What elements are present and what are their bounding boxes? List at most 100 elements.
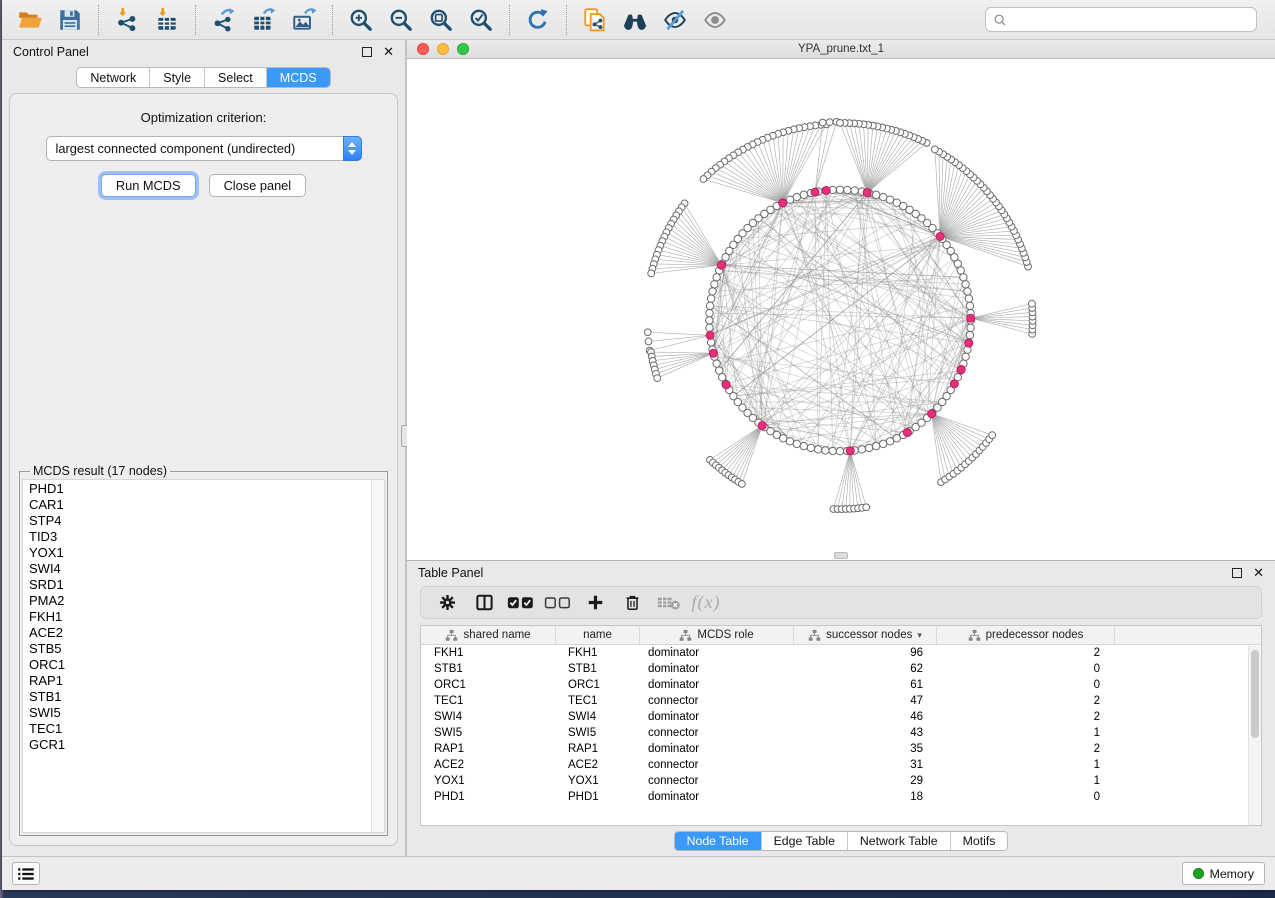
table-cell: dominator (640, 711, 794, 723)
memory-status-icon (1193, 868, 1204, 879)
binoculars-icon (622, 7, 648, 33)
hide-graphics-details-button[interactable] (655, 4, 695, 36)
table-row[interactable]: YOX1YOX1connector291 (421, 773, 1261, 789)
mcds-result-item[interactable]: STB5 (29, 641, 384, 657)
select-stepper-icon (343, 136, 362, 161)
mcds-result-item[interactable]: CAR1 (29, 497, 384, 513)
network-canvas[interactable] (407, 59, 1275, 560)
shared-column-icon (445, 629, 458, 642)
zoom-in-button[interactable] (341, 4, 381, 36)
add-column-button[interactable] (578, 589, 612, 616)
export-network-button[interactable] (204, 4, 244, 36)
share-document-button[interactable] (575, 4, 615, 36)
import-table-icon (154, 7, 180, 33)
select-all-columns-button[interactable] (504, 589, 538, 616)
tab-motifs[interactable]: Motifs (951, 832, 1008, 850)
scrollbar-thumb[interactable] (1251, 650, 1259, 738)
table-cell: SWI5 (556, 727, 640, 739)
table-cell: SWI4 (421, 711, 556, 723)
table-cell: ACE2 (556, 759, 640, 771)
mcds-result-item[interactable]: YOX1 (29, 545, 384, 561)
delete-column-button[interactable] (615, 589, 649, 616)
mcds-result-item[interactable]: SWI5 (29, 705, 384, 721)
tab-mcds[interactable]: MCDS (267, 68, 330, 87)
column-header-shared-name[interactable]: shared name (421, 626, 556, 644)
mcds-result-item[interactable]: TEC1 (29, 721, 384, 737)
column-header-mcds-role[interactable]: MCDS role (640, 626, 794, 644)
mcds-result-item[interactable]: GCR1 (29, 737, 384, 753)
split-columns-button[interactable] (467, 589, 501, 616)
mcds-result-item[interactable]: STP4 (29, 513, 384, 529)
column-header-predecessor-nodes[interactable]: predecessor nodes (937, 626, 1115, 644)
import-network-button[interactable] (107, 4, 147, 36)
settings-gear-button[interactable] (430, 589, 464, 616)
mcds-result-item[interactable]: PHD1 (29, 481, 384, 497)
memory-button[interactable]: Memory (1182, 862, 1265, 885)
mcds-result-item[interactable]: ACE2 (29, 625, 384, 641)
tab-style[interactable]: Style (150, 68, 205, 87)
show-graphics-details-button[interactable] (695, 4, 735, 36)
optimization-criterion-select[interactable]: largest connected component (undirected) (46, 136, 362, 161)
zoom-selected-button[interactable] (461, 4, 501, 36)
table-cell: 1 (937, 775, 1115, 787)
tab-select[interactable]: Select (205, 68, 267, 87)
horizontal-splitter-grip[interactable] (834, 552, 848, 559)
run-mcds-button[interactable]: Run MCDS (101, 174, 196, 197)
table-scrollbar[interactable] (1248, 646, 1261, 825)
open-session-button[interactable] (10, 4, 50, 36)
search-input[interactable] (1012, 13, 1249, 27)
export-table-button[interactable] (244, 4, 284, 36)
close-panel-icon[interactable]: ✕ (383, 47, 394, 57)
float-table-panel-icon[interactable] (1232, 568, 1242, 578)
table-row[interactable]: SWI4SWI4dominator462 (421, 709, 1261, 725)
zoom-out-button[interactable] (381, 4, 421, 36)
mcds-result-item[interactable]: PMA2 (29, 593, 384, 609)
table-row[interactable]: SWI5SWI5connector431 (421, 725, 1261, 741)
close-table-panel-icon[interactable]: ✕ (1253, 568, 1264, 578)
mcds-result-list[interactable]: PHD1CAR1STP4TID3YOX1SWI4SRD1PMA2FKH1ACE2… (22, 479, 385, 833)
mcds-result-item[interactable]: STB1 (29, 689, 384, 705)
import-table-button[interactable] (147, 4, 187, 36)
table-row[interactable]: TEC1TEC1connector472 (421, 693, 1261, 709)
mcds-result-item[interactable]: TID3 (29, 529, 384, 545)
mcds-tab-content: Optimization criterion: largest connecte… (9, 93, 398, 846)
refresh-button[interactable] (518, 4, 558, 36)
search-box[interactable] (985, 7, 1257, 32)
table-row[interactable]: PHD1PHD1dominator180 (421, 789, 1261, 805)
column-header-name[interactable]: name (556, 626, 640, 644)
column-header-successor-nodes[interactable]: successor nodes ▾ (794, 626, 937, 644)
binoculars-button[interactable] (615, 4, 655, 36)
table-row[interactable]: ORC1ORC1dominator610 (421, 677, 1261, 693)
export-image-button[interactable] (284, 4, 324, 36)
delete-table-button[interactable] (652, 589, 686, 616)
tab-network[interactable]: Network (77, 68, 150, 87)
tab-node-table[interactable]: Node Table (675, 832, 762, 850)
table-cell: 96 (794, 647, 937, 659)
table-cell: YOX1 (556, 775, 640, 787)
deselect-all-columns-button[interactable] (541, 589, 575, 616)
close-panel-button[interactable]: Close panel (209, 174, 307, 197)
table-row[interactable]: RAP1RAP1dominator352 (421, 741, 1261, 757)
tab-network-table[interactable]: Network Table (848, 832, 951, 850)
optimization-criterion-label: Optimization criterion: (141, 110, 267, 125)
zoom-selected-icon (468, 7, 494, 33)
float-panel-icon[interactable] (362, 47, 372, 57)
result-list-scrollbar[interactable] (371, 480, 384, 832)
table-cell: RAP1 (421, 743, 556, 755)
save-session-button[interactable] (50, 4, 90, 36)
task-history-button[interactable] (12, 862, 40, 885)
table-row[interactable]: ACE2ACE2connector311 (421, 757, 1261, 773)
mcds-result-item[interactable]: SRD1 (29, 577, 384, 593)
function-builder-button[interactable]: f(x) (689, 589, 723, 616)
table-row[interactable]: STB1STB1dominator620 (421, 661, 1261, 677)
mcds-result-item[interactable]: RAP1 (29, 673, 384, 689)
tab-edge-table[interactable]: Edge Table (762, 832, 848, 850)
share-document-icon (582, 7, 608, 33)
table-row[interactable]: FKH1FKH1dominator962 (421, 645, 1261, 661)
mcds-result-item[interactable]: FKH1 (29, 609, 384, 625)
mcds-result-item[interactable]: ORC1 (29, 657, 384, 673)
network-window-titlebar[interactable]: YPA_prune.txt_1 (407, 40, 1275, 59)
mcds-result-item[interactable]: SWI4 (29, 561, 384, 577)
zoom-fit-button[interactable] (421, 4, 461, 36)
network-graph[interactable] (407, 59, 1275, 560)
